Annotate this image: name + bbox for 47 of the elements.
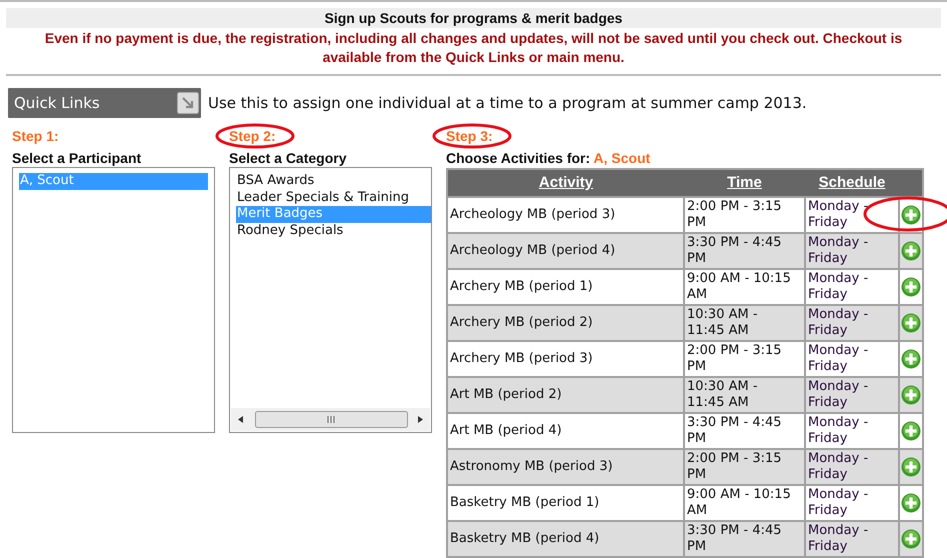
list-box[interactable]: A, Scout xyxy=(12,167,215,433)
list-option[interactable]: Rodney Specials xyxy=(236,222,431,239)
table-cell: 2:00 PM - 3:15 PM xyxy=(684,449,805,485)
quick-links-button[interactable]: Quick Links xyxy=(8,88,201,118)
table-cell: Basketry MB (period 4) xyxy=(447,521,684,557)
table-cell: Monday - Friday xyxy=(805,521,899,557)
add-icon[interactable] xyxy=(901,349,921,369)
step-title: Select a Participant xyxy=(12,149,142,167)
table-cell: Art MB (period 2) xyxy=(447,377,684,413)
table-cell: 3:30 PM - 4:45 PM xyxy=(684,521,805,557)
add-icon[interactable] xyxy=(901,313,921,333)
step-label: Step 3: xyxy=(446,128,493,145)
list-option[interactable]: Merit Badges xyxy=(236,206,431,222)
instructions-text: Use this to assign one individual at a time to a program at summer camp 2013. xyxy=(208,94,807,112)
add-icon[interactable] xyxy=(901,385,921,405)
table-cell: Monday - Friday xyxy=(805,233,899,269)
step-title: Select a Category xyxy=(229,149,348,167)
table-cell: Archeology MB (period 3) xyxy=(447,197,684,233)
table-cell: Archeology MB (period 4) xyxy=(447,233,684,269)
add-icon[interactable] xyxy=(901,205,921,225)
step-label: Step 2: xyxy=(229,128,276,145)
page-title: Sign up Scouts for programs & merit badges xyxy=(6,8,941,28)
add-icon[interactable] xyxy=(901,277,921,297)
add-icon[interactable] xyxy=(901,241,921,261)
add-icon[interactable] xyxy=(901,529,921,549)
add-icon[interactable] xyxy=(901,493,921,513)
table-cell: Monday - Friday xyxy=(805,305,899,341)
table-cell: 10:30 AM - 11:45 AM xyxy=(684,377,805,413)
table-cell: Monday - Friday xyxy=(805,449,899,485)
add-icon[interactable] xyxy=(901,421,921,441)
horizontal-scrollbar[interactable] xyxy=(231,408,430,431)
table-cell: Astronomy MB (period 3) xyxy=(447,449,684,485)
step-title: Choose Activities for: xyxy=(446,150,590,166)
step-label: Step 1: xyxy=(12,128,59,145)
list-option[interactable]: BSA Awards xyxy=(236,173,431,190)
list-option[interactable]: Leader Specials & Training xyxy=(236,190,431,206)
participant-name: A, Scout xyxy=(594,150,650,166)
list-box[interactable]: BSA Awards Leader Specials & Training Merit Badges Rodney Specials xyxy=(229,167,432,433)
checkout-notice: Even if no payment is due, the registration, including all changes and updates, will not be saved until you check out. Checkout is available from the Quick Links or main menu. xyxy=(44,29,904,67)
table-cell: 10:30 AM - 11:45 AM xyxy=(684,305,805,341)
list-option[interactable]: A, Scout xyxy=(19,173,208,190)
column-header-link[interactable]: Time xyxy=(727,174,762,191)
column-header-link[interactable]: Activity xyxy=(538,174,594,191)
add-icon[interactable] xyxy=(901,457,921,477)
table-cell: 3:30 PM - 4:45 PM xyxy=(684,233,805,269)
table-cell: Archery MB (period 2) xyxy=(447,305,684,341)
table-cell: Monday - Friday xyxy=(805,377,899,413)
